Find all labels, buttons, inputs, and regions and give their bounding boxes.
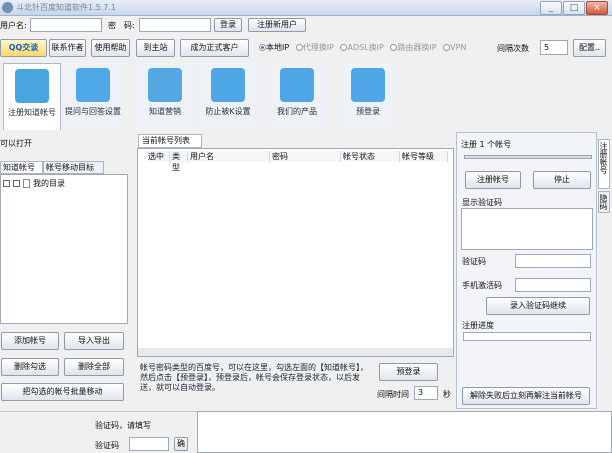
col-username[interactable]: 用户名 xyxy=(188,151,270,162)
register-account-dropdown[interactable]: 注册帐号 xyxy=(465,171,521,189)
sms-code-label: 手机激活码 xyxy=(462,281,502,290)
tree-item-my-directory[interactable]: 我的目录 xyxy=(33,178,65,190)
config-button[interactable]: 配置.. xyxy=(573,39,606,57)
edit-icon xyxy=(76,68,110,102)
tab-register-account[interactable]: 注册知道帐号 xyxy=(3,63,61,130)
tree-expander[interactable] xyxy=(3,180,10,187)
register-slider[interactable] xyxy=(464,155,592,159)
bottom-area: 验证码，请填写 验证码 确 xyxy=(0,411,612,453)
bottom-confirm-button[interactable]: 确 xyxy=(174,437,188,451)
seconds-label: 秒 xyxy=(443,390,451,399)
prelogin-icon xyxy=(351,68,385,102)
directory-tree: 我的目录 xyxy=(0,174,128,324)
register-title: 注册 1 个帐号 xyxy=(461,140,512,149)
window-title: 斗北针百度知道软件1.5.7.1 xyxy=(16,3,116,12)
ip-mode-group: 本地IP 代理换IP ADSL换IP 路由器换IP VPN xyxy=(259,42,466,54)
retry-register-button[interactable]: 解除失败后立刻再解注当前帐号 xyxy=(462,387,590,405)
add-account-button[interactable]: 添加帐号 xyxy=(1,332,59,350)
bottom-captcha-panel xyxy=(197,411,612,453)
register-progress-label: 注册进度 xyxy=(462,321,494,330)
register-new-user-button[interactable]: 注册新用户 xyxy=(248,18,306,32)
account-table: 选中 类型 用户名 密码 帐号状态 帐号等级 xyxy=(137,148,454,357)
stop-button[interactable]: 停止 xyxy=(533,171,591,189)
minimize-button[interactable]: _ xyxy=(540,1,562,15)
hint-text: 帐号密码类型的百度号，可以在这里，勾选左面的【知道帐号】，然后点击【预登录】，预… xyxy=(140,363,368,392)
password-input[interactable] xyxy=(139,18,211,32)
captcha-hint: 验证码，请填写 xyxy=(95,421,151,430)
login-button[interactable]: 登录 xyxy=(214,18,242,32)
tab-current-account-list[interactable]: 当前帐号列表 xyxy=(138,134,202,148)
official-customer-button[interactable]: 成为正式客户 xyxy=(180,39,249,57)
folder-icon xyxy=(23,179,30,188)
prelogin-button[interactable]: 预登录 xyxy=(379,363,438,381)
tab-move-target[interactable]: 帐号移动目标 xyxy=(43,161,104,174)
radio-local-ip[interactable] xyxy=(259,44,266,51)
col-selected[interactable]: 选中 xyxy=(146,151,170,162)
vpn-label: VPN xyxy=(450,43,467,52)
contact-author-button[interactable]: 联系作者 xyxy=(49,39,86,57)
tab-prelogin[interactable]: 预登录 xyxy=(339,63,397,130)
col-account-status[interactable]: 帐号状态 xyxy=(341,151,400,162)
captcha-label: 验证码 xyxy=(462,257,486,266)
sms-code-input[interactable] xyxy=(515,278,591,292)
captcha-input[interactable] xyxy=(515,254,591,268)
register-progress-bar xyxy=(463,332,591,341)
tree-checkbox[interactable] xyxy=(13,180,20,187)
star-icon xyxy=(280,68,314,102)
captcha-image-area xyxy=(461,208,593,250)
tab-anti-k-settings[interactable]: 防止被K设置 xyxy=(199,63,257,130)
local-ip-label: 本地IP xyxy=(266,43,290,52)
help-button[interactable]: 使用帮助 xyxy=(91,39,130,57)
interval-count-input[interactable]: 5 xyxy=(540,40,568,55)
col-type[interactable]: 类型 xyxy=(170,151,188,172)
bottom-captcha-input[interactable] xyxy=(129,437,169,451)
title-bar: 斗北针百度知道软件1.5.7.1 _ □ × xyxy=(0,0,612,16)
interval-time-input[interactable]: 3 xyxy=(414,386,438,400)
col-password[interactable]: 密码 xyxy=(270,151,341,162)
radio-proxy-ip[interactable] xyxy=(295,44,303,51)
side-tab-hidden-code[interactable]: 隐码 xyxy=(598,191,610,213)
qq-chat-button[interactable]: QQ交谈 xyxy=(0,39,47,57)
side-tab-register-account[interactable]: 注册帐号 xyxy=(598,139,610,189)
enter-captcha-button[interactable]: 录入验证码继续 xyxy=(486,297,590,315)
username-input[interactable] xyxy=(30,18,102,32)
app-icon xyxy=(2,2,13,13)
delete-checked-button[interactable]: 删除勾选 xyxy=(1,358,59,376)
bell-icon xyxy=(211,68,245,102)
col-account-level[interactable]: 帐号等级 xyxy=(400,151,448,162)
tab-marketing[interactable]: 知道营销 xyxy=(136,63,194,130)
tab-know-account[interactable]: 知道帐号 xyxy=(0,161,43,174)
router-ip-label: 路由器换IP xyxy=(397,43,437,52)
interval-time-label: 间隔时间 xyxy=(377,390,409,399)
interval-count-label: 间隔次数 xyxy=(497,44,529,53)
delete-all-button[interactable]: 删除全部 xyxy=(64,358,124,376)
tab-our-products[interactable]: 我们的产品 xyxy=(268,63,326,130)
proxy-ip-label: 代理换IP xyxy=(302,43,334,52)
username-label: 用户名: xyxy=(0,21,27,30)
tab-question-answer-settings[interactable]: 提问与回答设置 xyxy=(64,63,122,130)
horizontal-scrollbar[interactable] xyxy=(138,348,453,356)
right-panel: 注册 1 个帐号 注册帐号 停止 显示验证码 验证码 手机激活码 录入验证码继续… xyxy=(456,132,597,409)
register-icon xyxy=(15,69,49,103)
bottom-captcha-label: 验证码 xyxy=(95,441,119,450)
password-label: 密 码: xyxy=(108,21,135,30)
can-open-label: 可以打开 xyxy=(0,139,32,148)
adsl-ip-label: ADSL换IP xyxy=(347,43,384,52)
batch-move-button[interactable]: 把勾选的帐号批量移动 xyxy=(1,383,124,401)
marketing-icon xyxy=(148,68,182,102)
import-export-button[interactable]: 导入导出 xyxy=(64,332,124,350)
main-site-button[interactable]: 到主站 xyxy=(136,39,175,57)
close-button[interactable]: × xyxy=(586,1,608,15)
maximize-button[interactable]: □ xyxy=(563,1,585,15)
